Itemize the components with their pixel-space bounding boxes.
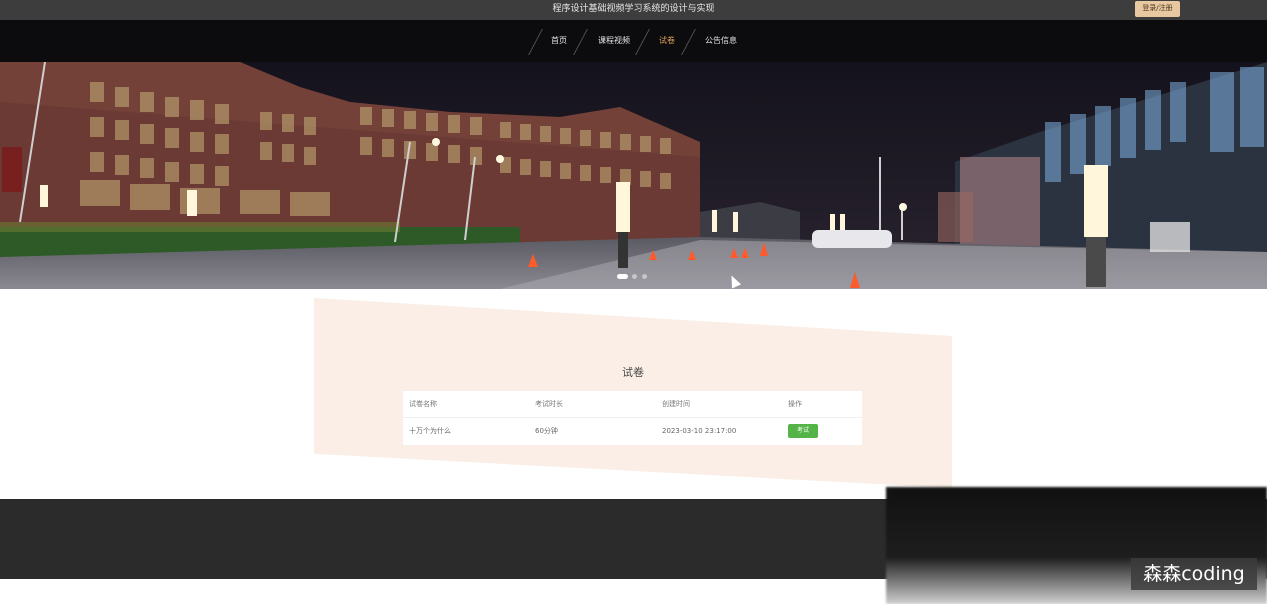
column-header-created-time: 创建时间 bbox=[662, 400, 690, 408]
cell-paper-name: 十万个为什么 bbox=[409, 427, 451, 435]
cell-duration: 60分钟 bbox=[535, 427, 558, 435]
column-header-duration: 考试时长 bbox=[535, 400, 563, 408]
carousel-dot[interactable] bbox=[617, 274, 628, 279]
top-title-bar: 程序设计基础视频学习系统的设计与实现 登录/注册 bbox=[0, 0, 1267, 20]
nav-item-home[interactable]: 首页 bbox=[551, 20, 567, 62]
login-register-button[interactable]: 登录/注册 bbox=[1135, 1, 1180, 17]
main-nav: 首页 课程视频 试卷 公告信息 bbox=[0, 20, 1267, 62]
nav-divider bbox=[573, 29, 588, 55]
row-divider bbox=[403, 417, 862, 418]
nav-item-exam-papers[interactable]: 试卷 bbox=[659, 20, 675, 62]
nav-divider bbox=[635, 29, 650, 55]
carousel-dot[interactable] bbox=[632, 274, 637, 279]
carousel-indicators bbox=[0, 274, 1267, 282]
watermark-text: 森森coding bbox=[1131, 558, 1257, 590]
hero-banner-image bbox=[0, 62, 1267, 289]
banner-photo bbox=[0, 62, 1267, 289]
section-title: 试卷 bbox=[622, 366, 644, 379]
column-header-actions: 操作 bbox=[788, 400, 802, 408]
site-title: 程序设计基础视频学习系统的设计与实现 bbox=[552, 4, 715, 14]
cell-created-time: 2023-03-10 23:17:00 bbox=[662, 427, 737, 435]
nav-item-announcements[interactable]: 公告信息 bbox=[705, 20, 737, 62]
carousel-dot[interactable] bbox=[642, 274, 647, 279]
nav-divider bbox=[681, 29, 696, 55]
nav-divider bbox=[528, 29, 543, 55]
nav-item-course-videos[interactable]: 课程视频 bbox=[598, 20, 630, 62]
column-header-paper-name: 试卷名称 bbox=[409, 400, 437, 408]
take-exam-button[interactable]: 考试 bbox=[788, 424, 818, 438]
exam-paper-table: 试卷名称 考试时长 创建时间 操作 十万个为什么 60分钟 2023-03-10… bbox=[403, 391, 862, 445]
